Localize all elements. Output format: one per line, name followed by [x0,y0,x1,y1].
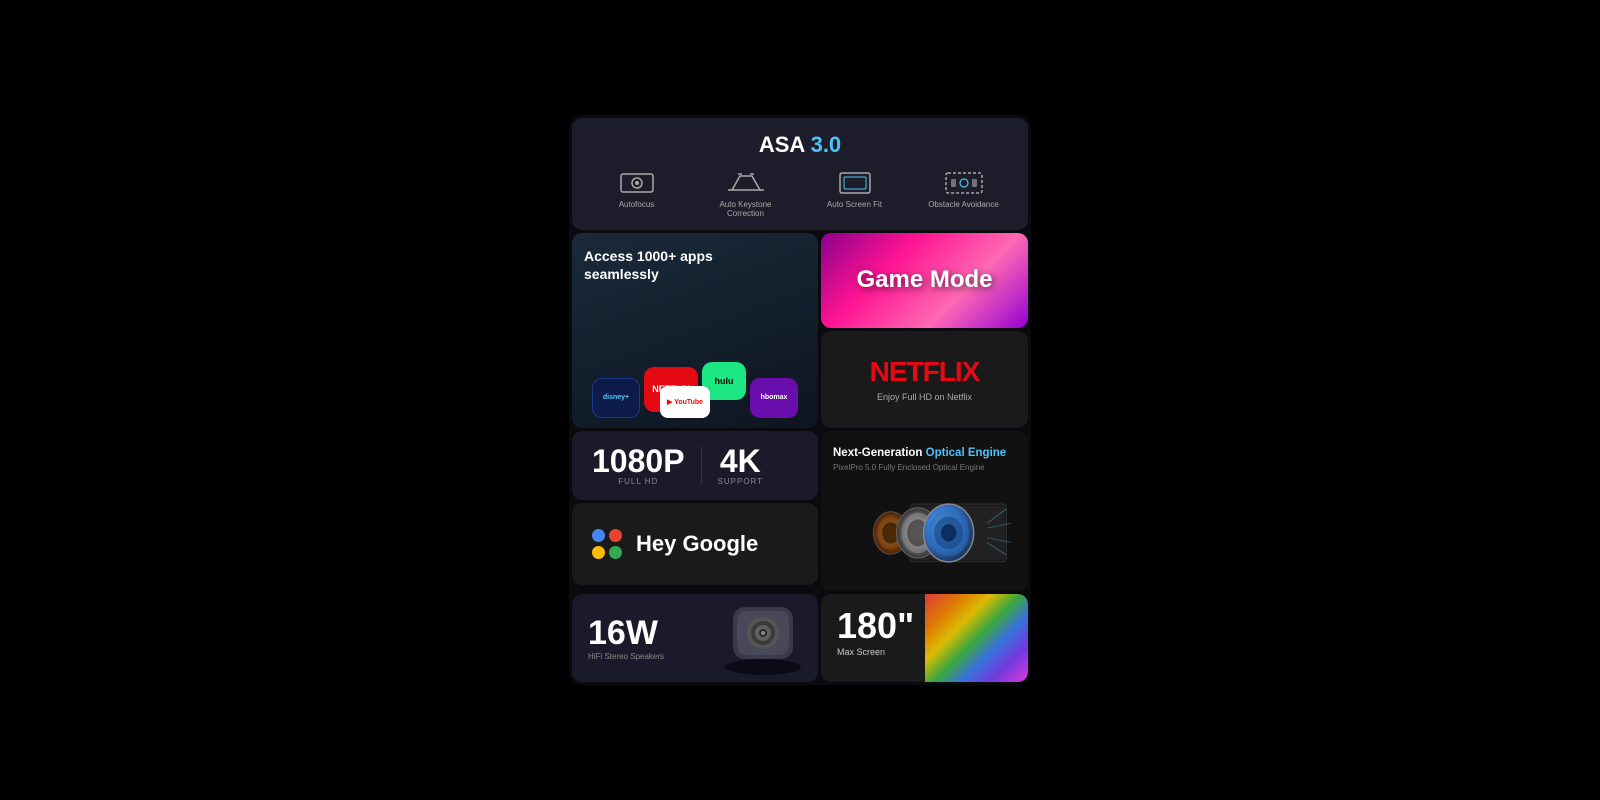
screenfit-icon [837,170,873,196]
apps-row: Access 1000+ appsseamlessly disney+ NETF… [572,233,1028,428]
netflix-subtitle: Enjoy Full HD on Netflix [877,392,972,402]
google-dot-red [609,529,622,542]
asa-screenfit: Auto Screen Fit [800,170,909,218]
hey-google-text: Hey Google [636,531,758,557]
netflix-card: NETFLIX Enjoy Full HD on Netflix [821,331,1028,428]
left-mid-col: 1080P FULL HD 4K SUPPORT [572,431,818,591]
speaker-subtitle: HiFi Stereo Speakers [588,652,664,661]
1080p-text: 1080P [592,445,685,477]
speaker-watt: 16W [588,616,664,650]
res-1080p: 1080P FULL HD [592,445,685,486]
game-netflix-stack: Game Mode NETFLIX Enjoy Full HD on Netfl… [821,233,1028,428]
asa-keystone: Auto KeystoneCorrection [691,170,800,218]
apps-card: Access 1000+ appsseamlessly disney+ NETF… [572,233,818,428]
optical-subtitle: PixelPro 5.0 Fully Enclosed Optical Engi… [833,463,1016,472]
asa-autofocus: Autofocus [582,170,691,218]
asa-features: Autofocus Auto KeystoneCorrection [582,170,1018,218]
autofocus-label: Autofocus [619,200,655,209]
optical-title: Next-Generation Optical Engine [833,445,1016,461]
autofocus-icon [619,170,655,196]
google-dot-blue [592,529,605,542]
optical-visual [833,478,1016,583]
netflix-logo: NETFLIX [870,356,980,388]
apps-title: Access 1000+ appsseamlessly [584,247,806,283]
google-dot-green [609,546,622,559]
lens-svg [833,478,1016,583]
obstacle-icon [944,170,984,196]
screen-subtitle: Max Screen [837,647,1012,657]
speaker-info: 16W HiFi Stereo Speakers [588,616,664,661]
keystone-icon [727,170,765,196]
optical-card: Next-Generation Optical Engine PixelPro … [821,431,1028,591]
game-mode-title: Game Mode [856,266,992,294]
main-container: ASA 3.0 Autofocus [569,115,1031,685]
speaker-card: 16W HiFi Stereo Speakers [572,594,818,682]
game-mode-card: Game Mode [821,233,1028,328]
resolution-card: 1080P FULL HD 4K SUPPORT [572,431,818,500]
asa-title: ASA 3.0 [582,132,1018,158]
4k-text: 4K [718,445,764,477]
support-text: SUPPORT [718,477,764,486]
google-dots [592,529,622,559]
youtube-app: ▶ YouTube [660,344,710,418]
res-separator [701,446,702,484]
speaker-visual [718,597,808,682]
asa-section: ASA 3.0 Autofocus [572,118,1028,230]
hbomax-app: hbomax [750,378,798,418]
res-4k: 4K SUPPORT [718,445,764,486]
mid-row: 1080P FULL HD 4K SUPPORT [572,431,1028,591]
google-dot-yellow [592,546,605,559]
screenfit-label: Auto Screen Fit [827,200,882,209]
disney-app: disney+ [592,378,640,418]
keystone-label: Auto KeystoneCorrection [719,200,771,218]
bottom-row: 16W HiFi Stereo Speakers [572,594,1028,682]
asa-obstacle: Obstacle Avoidance [909,170,1018,218]
screen-card: 180" Max Screen [821,594,1028,682]
obstacle-label: Obstacle Avoidance [928,200,999,209]
speaker-svg [718,597,808,677]
hey-google-card: Hey Google [572,503,818,585]
screen-size: 180" [837,608,1012,644]
optical-title-blue: Optical Engine [926,447,1007,459]
